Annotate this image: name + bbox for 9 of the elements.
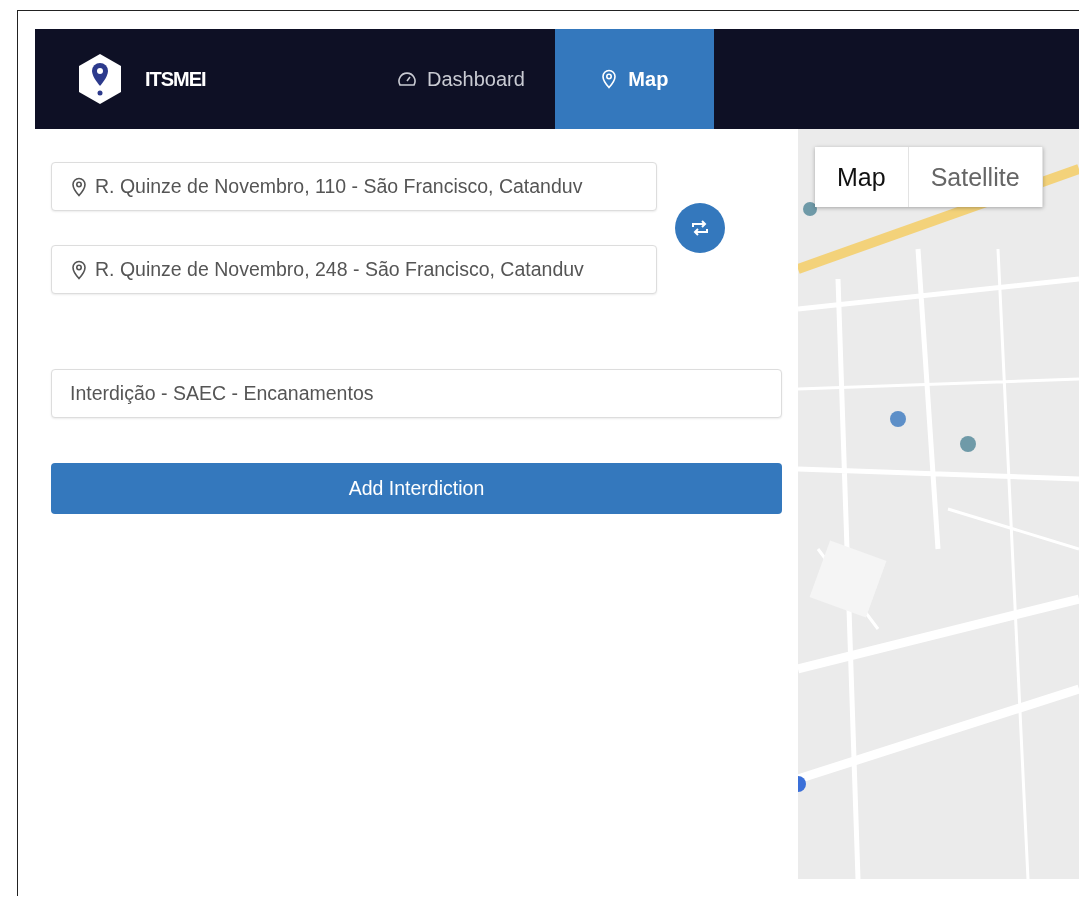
add-interdiction-button[interactable]: Add Interdiction (51, 463, 782, 514)
nav-tab[interactable]: Map (554, 29, 714, 129)
brand-name: ITSMEI (145, 67, 206, 91)
origin-field[interactable]: R. Quinze de Novembro, 110 - São Francisco, Catanduv (51, 162, 657, 211)
map-type-tab[interactable]: Satellite (908, 147, 1043, 207)
map-type-tab[interactable]: Map (815, 147, 909, 207)
destination-field[interactable]: R. Quinze de Novembro, 248 - São Francisco, Catanduv (51, 245, 657, 294)
interdiction-field[interactable]: Interdição - SAEC - Encanamentos (51, 369, 782, 418)
nav-tab[interactable]: Dashboard (367, 29, 555, 129)
